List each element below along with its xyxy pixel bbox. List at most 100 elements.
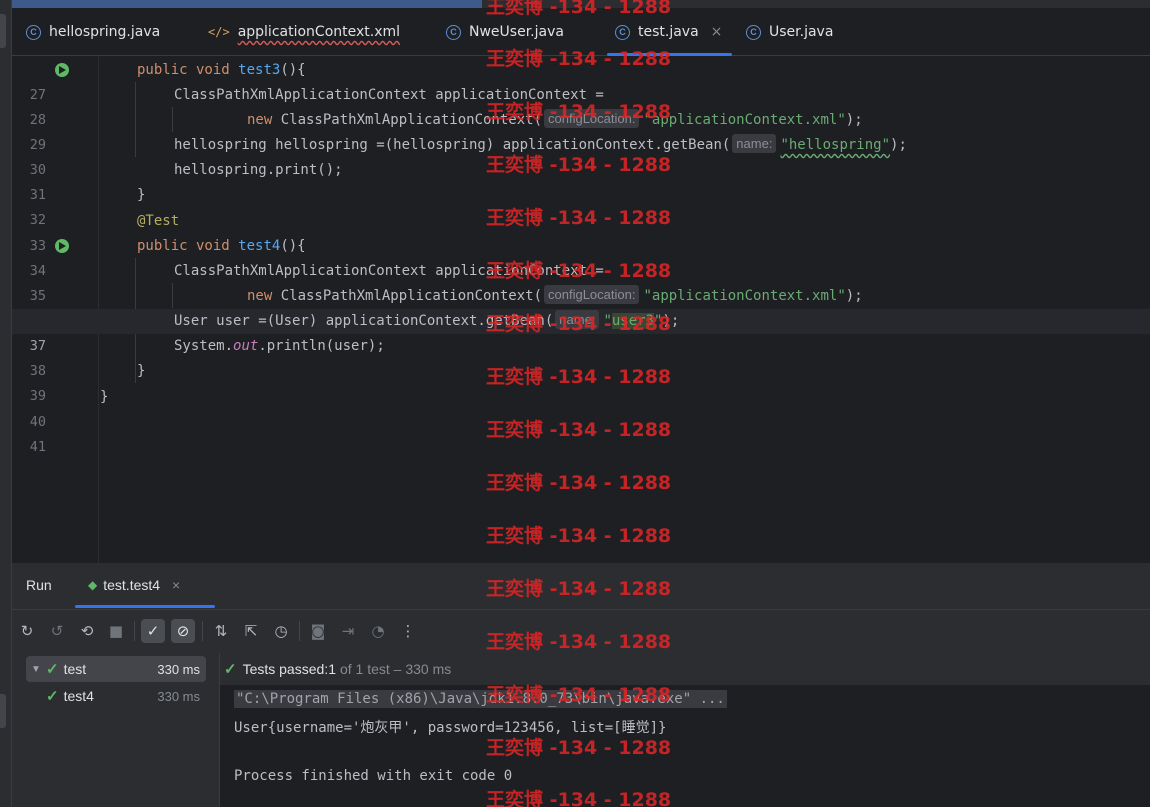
- code-text: public void test3(){: [137, 62, 306, 78]
- code-line[interactable]: 31 hellospring.print();: [12, 158, 1150, 203]
- code-line-current[interactable]: 37 User user =(User) applicationContext.…: [12, 309, 1150, 354]
- tool-strip-handle[interactable]: [0, 694, 6, 728]
- parameter-hint: configLocation:: [544, 109, 640, 128]
- code-editor[interactable]: 27 public void test3(){ 28 ClassPathXmlA…: [12, 57, 1150, 563]
- tab-label: hellospring.java: [49, 24, 161, 40]
- code-text: ClassPathXmlApplicationContext applicati…: [174, 87, 604, 103]
- code-text: System.out.println(user);: [174, 338, 385, 354]
- code-text: User user =(User) applicationContext.get…: [174, 310, 680, 329]
- tab-label: applicationContext.xml: [237, 24, 401, 40]
- test-results-tree: ▼ ✓ test 330 ms ✓ test4 330 ms: [12, 653, 220, 807]
- run-test-icon[interactable]: [55, 63, 69, 77]
- code-text: hellospring hellospring =(hellospring) a…: [174, 134, 907, 153]
- close-icon[interactable]: ×: [711, 24, 723, 40]
- title-strip: [12, 0, 1150, 8]
- code-line[interactable]: 35 ClassPathXmlApplicationContext applic…: [12, 259, 1150, 304]
- console-exit-line: Process finished with exit code 0: [234, 768, 513, 784]
- run-panel-title: Run: [26, 577, 52, 593]
- class-icon: C: [615, 24, 630, 40]
- run-toolbar: ↻ ↺ ⟲ ■ ✓ ⊘ ⇅ ⇱ ◷ ◙ ⇥ ◔ ⋮: [12, 609, 1150, 653]
- show-passed-icon[interactable]: ✓: [141, 619, 165, 643]
- gauge-icon[interactable]: ◔: [366, 619, 390, 643]
- collapse-all-icon[interactable]: ⇱: [239, 619, 263, 643]
- chevron-down-icon[interactable]: ▼: [26, 664, 46, 675]
- run-test-icon[interactable]: [55, 239, 69, 253]
- console-output-line: User{username='炮灰甲', password=123456, li…: [234, 720, 667, 736]
- tab-label: NweUser.java: [469, 24, 564, 40]
- stop-icon[interactable]: ■: [104, 619, 128, 643]
- active-tab-indicator: [607, 53, 733, 56]
- parameter-hint: name:: [732, 134, 777, 153]
- active-tab-indicator: [75, 605, 215, 608]
- tab-label: test.java: [638, 24, 699, 40]
- tab-application-context[interactable]: </> applicationContext.xml: [208, 8, 400, 56]
- code-line[interactable]: 34 public void test4(){: [12, 234, 1150, 279]
- test-history-icon[interactable]: ◷: [269, 619, 293, 643]
- code-line[interactable]: 33 @Test: [12, 209, 1150, 254]
- parameter-hint: name:: [555, 310, 600, 329]
- toolbar-separator: [299, 621, 300, 641]
- console-output[interactable]: ✓ Tests passed: 1 of 1 test – 330 ms "C:…: [220, 653, 1150, 807]
- test-config-icon: ◆: [88, 578, 98, 592]
- code-line[interactable]: 39 }: [12, 359, 1150, 404]
- status-passed-count: 1: [328, 661, 336, 677]
- code-text: new ClassPathXmlApplicationContext(confi…: [247, 109, 863, 128]
- tab-label: User.java: [769, 24, 834, 40]
- code-line[interactable]: 41: [12, 410, 1150, 455]
- tree-item-test[interactable]: ▼ ✓ test 330 ms: [26, 656, 206, 682]
- status-summary: of 1 test – 330 ms: [339, 661, 452, 677]
- class-icon: C: [26, 24, 41, 40]
- show-ignored-icon[interactable]: ⊘: [171, 619, 195, 643]
- run-config-tab[interactable]: ◆ test.test4 ×: [88, 577, 180, 593]
- code-line[interactable]: 36 new ClassPathXmlApplicationContext(co…: [12, 284, 1150, 329]
- code-line[interactable]: 40 }: [12, 385, 1150, 430]
- code-text: }: [137, 363, 146, 379]
- passed-check-icon: ✓: [224, 661, 237, 678]
- test-status-bar: ✓ Tests passed: 1 of 1 test – 330 ms: [220, 653, 1150, 685]
- toolbar-separator: [202, 621, 203, 641]
- run-tab-label: test.test4: [103, 577, 161, 593]
- tree-item-label: test4: [63, 688, 94, 704]
- status-prefix: Tests passed:: [242, 661, 329, 677]
- test-duration: 330 ms: [157, 688, 200, 704]
- tab-hellospring[interactable]: C hellospring.java: [26, 8, 160, 56]
- code-text: public void test4(){: [137, 238, 306, 254]
- tree-item-label: test: [63, 661, 87, 677]
- tab-test[interactable]: C test.java ×: [607, 8, 733, 56]
- console-command-line[interactable]: "C:\Program Files (x86)\Java\jdk1.8.0_73…: [234, 690, 727, 708]
- line-number: 41: [29, 439, 46, 455]
- rerun-failed-icon[interactable]: ↺: [45, 619, 69, 643]
- passed-check-icon: ✓: [46, 661, 59, 678]
- sort-alphabetically-icon[interactable]: ⇅: [209, 619, 233, 643]
- code-text: hellospring.print();: [174, 162, 343, 178]
- code-text: }: [100, 389, 109, 405]
- run-panel-header: Run ◆ test.test4 ×: [12, 563, 1150, 609]
- tab-nweuser[interactable]: C NweUser.java: [446, 8, 564, 56]
- xml-icon: </>: [208, 25, 230, 39]
- test-duration: 330 ms: [157, 661, 200, 677]
- code-line[interactable]: 30 hellospring hellospring =(hellospring…: [12, 133, 1150, 178]
- tab-user[interactable]: C User.java: [746, 8, 833, 56]
- toolbar-separator: [134, 621, 135, 641]
- more-options-icon[interactable]: ⋮: [396, 619, 420, 643]
- camera-icon[interactable]: ◙: [306, 619, 330, 643]
- code-text: new ClassPathXmlApplicationContext(confi…: [247, 285, 863, 304]
- code-line[interactable]: 29 new ClassPathXmlApplicationContext(co…: [12, 108, 1150, 153]
- editor-tabs: C hellospring.java </> applicationContex…: [12, 8, 1150, 56]
- tree-item-test4[interactable]: ✓ test4 330 ms: [26, 683, 206, 709]
- tool-strip-handle[interactable]: [0, 14, 6, 48]
- export-icon[interactable]: ⇥: [336, 619, 360, 643]
- annotation-text: @Test: [137, 213, 180, 229]
- class-icon: C: [746, 24, 761, 40]
- code-line[interactable]: 38 System.out.println(user);: [12, 334, 1150, 379]
- rerun-icon[interactable]: ↻: [15, 619, 39, 643]
- close-icon[interactable]: ×: [172, 577, 180, 593]
- toggle-auto-test-icon[interactable]: ⟲: [75, 619, 99, 643]
- code-line[interactable]: 27 public void test3(){: [12, 58, 1150, 103]
- code-line[interactable]: 32 }: [12, 183, 1150, 228]
- passed-check-icon: ✓: [46, 688, 59, 705]
- code-text: ClassPathXmlApplicationContext applicati…: [174, 263, 604, 279]
- code-line[interactable]: 28 ClassPathXmlApplicationContext applic…: [12, 83, 1150, 128]
- class-icon: C: [446, 24, 461, 40]
- code-text: }: [137, 187, 146, 203]
